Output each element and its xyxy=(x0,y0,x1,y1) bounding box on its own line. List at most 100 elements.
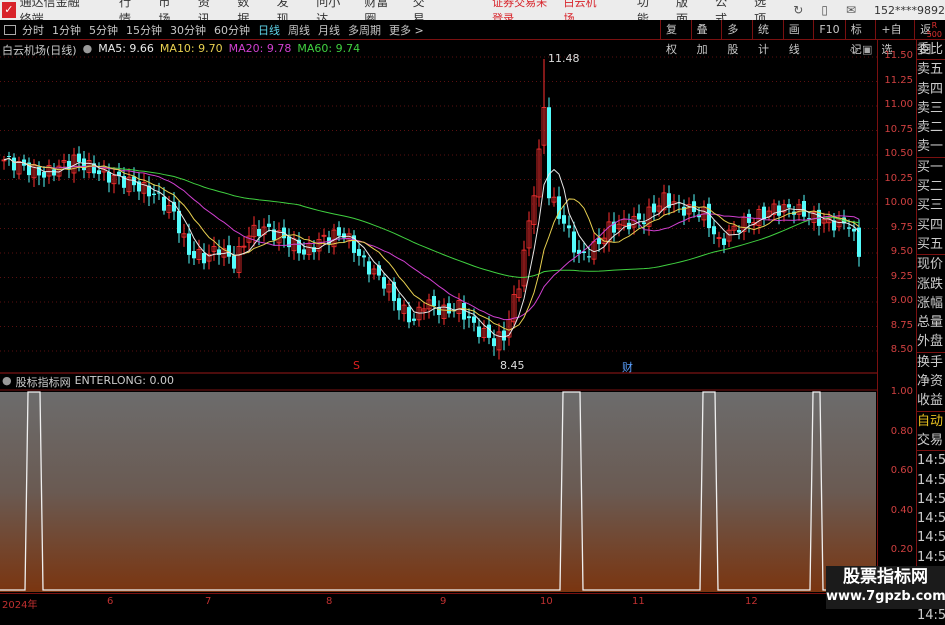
candle-body xyxy=(192,251,196,259)
price-tick: 8.50 xyxy=(890,344,913,355)
candle-body xyxy=(857,227,861,257)
candle-body xyxy=(547,107,551,199)
account-id[interactable]: 152****9892 xyxy=(874,4,945,17)
period-tab-4[interactable]: 30分钟 xyxy=(170,22,206,38)
quote-item[interactable]: 现价 xyxy=(917,255,945,274)
period-tab-5[interactable]: 60分钟 xyxy=(214,22,250,38)
diamond-icon[interactable]: ◇ ▣ xyxy=(850,43,872,56)
price-tick: 9.00 xyxy=(890,295,913,306)
tool-button-7[interactable]: +自选 xyxy=(875,20,914,56)
candle-body xyxy=(42,172,46,178)
price-tick: 11.50 xyxy=(884,50,913,61)
candle-body xyxy=(337,227,341,236)
quote-item[interactable]: 净资 xyxy=(917,372,945,391)
app-logo-icon: ✓ xyxy=(2,2,16,18)
quote-item[interactable]: 卖五 xyxy=(917,60,945,79)
price-tick: 11.25 xyxy=(884,74,913,86)
quote-item[interactable]: 卖三 xyxy=(917,99,945,118)
candle-body xyxy=(382,277,386,289)
quote-item[interactable]: 自动 xyxy=(917,412,945,431)
candle-body xyxy=(477,326,481,337)
quote-item[interactable]: 买二 xyxy=(917,177,945,196)
message-icon[interactable]: ✉ xyxy=(846,3,856,17)
quote-item[interactable]: 涨跌 xyxy=(917,275,945,294)
quote-item[interactable]: 买四 xyxy=(917,216,945,235)
s-marker[interactable]: S xyxy=(353,359,360,372)
tool-button-4[interactable]: 画线 xyxy=(782,20,814,56)
period-tab-3[interactable]: 15分钟 xyxy=(126,22,162,38)
period-tab-10[interactable]: 更多 > xyxy=(389,22,424,38)
high-price-label: 11.48 xyxy=(548,51,580,65)
finance-marker[interactable]: 财 xyxy=(622,359,633,375)
quote-item[interactable]: 收益 xyxy=(917,391,945,410)
quote-item[interactable]: 外盘 xyxy=(917,332,945,351)
period-tab-7[interactable]: 周线 xyxy=(288,22,310,38)
price-tick: 10.50 xyxy=(884,148,913,159)
quote-group-4: 换手 净资 收益 xyxy=(917,353,945,412)
indicator-value: ENTERLONG: 0.00 xyxy=(74,374,174,387)
quote-item[interactable]: 交易 xyxy=(917,431,945,450)
candle-body xyxy=(397,298,401,311)
tool-button-2[interactable]: 多股 xyxy=(721,20,752,56)
ma-label-0: MA5: 9.66 xyxy=(98,42,154,55)
quote-item[interactable]: 买三 xyxy=(917,196,945,215)
candle-body xyxy=(152,193,156,195)
quote-group-2: 买一 买二 买三 买四 买五 xyxy=(917,158,945,256)
phone-icon[interactable]: ▯ xyxy=(821,3,828,17)
indicator-title: 股标指标网 xyxy=(15,376,71,389)
candle-body xyxy=(852,228,856,232)
period-tab-2[interactable]: 5分钟 xyxy=(89,22,118,38)
watermark: 股票指标网 www.7gpzb.com xyxy=(826,566,945,609)
indicator-tick: 0.80 xyxy=(890,425,913,437)
candle-body xyxy=(357,249,361,256)
quote-item[interactable]: 买一 xyxy=(917,158,945,177)
date-label: 11 xyxy=(632,596,645,607)
price-tick: 11.00 xyxy=(884,99,913,110)
level2-badge[interactable]: R 500 xyxy=(927,21,942,39)
trade-time: 14:56 xyxy=(917,530,945,546)
tool-button-1[interactable]: 叠加 xyxy=(690,20,722,56)
indicator-tick: 1.00 xyxy=(890,386,913,397)
quote-item[interactable]: 买五 xyxy=(917,235,945,254)
price-tick: 9.50 xyxy=(890,246,913,257)
candle-body xyxy=(467,316,471,319)
panel-toggle-icon[interactable] xyxy=(4,24,16,35)
candle-body xyxy=(642,222,646,225)
candle-body xyxy=(562,215,566,224)
indicator-tick: 0.60 xyxy=(890,465,913,477)
tool-button-5[interactable]: F10 xyxy=(813,20,844,40)
kline-chart[interactable] xyxy=(0,40,877,593)
quote-item[interactable]: 卖二 xyxy=(917,118,945,137)
candle-body xyxy=(107,171,111,183)
candle-body xyxy=(572,231,576,253)
quote-item[interactable]: 换手 xyxy=(917,353,945,372)
period-tab-6[interactable]: 日线 xyxy=(258,22,280,38)
candle-body xyxy=(492,338,496,347)
period-tab-0[interactable]: 分时 xyxy=(22,22,44,38)
candle-body xyxy=(597,237,601,245)
date-label: 12 xyxy=(745,596,758,607)
quote-group-5: 自动 交易 xyxy=(917,412,945,452)
period-tab-8[interactable]: 月线 xyxy=(318,22,340,38)
candle-body xyxy=(82,158,86,171)
low-price-label: 8.45 xyxy=(500,358,525,372)
period-tab-1[interactable]: 1分钟 xyxy=(52,22,81,38)
quote-item[interactable]: 总量 xyxy=(917,313,945,332)
tool-button-0[interactable]: 复权 xyxy=(660,20,691,56)
quote-item[interactable]: 委比 xyxy=(917,40,945,59)
quote-item[interactable]: 卖四 xyxy=(917,80,945,99)
refresh-icon[interactable]: ↻ xyxy=(793,3,803,17)
candle-body xyxy=(587,256,591,258)
tool-button-6[interactable]: 标记 xyxy=(844,20,876,56)
settings-icon[interactable]: ● xyxy=(83,42,93,58)
indicator-settings-icon[interactable]: ● xyxy=(2,374,12,390)
period-tab-9[interactable]: 多周期 xyxy=(348,22,381,38)
candle-body xyxy=(407,307,411,323)
quote-side-panel: 委比 卖五 卖四 卖三 卖二 卖一 买一 买二 买三 买四 买五 现价 涨跌 涨幅 总量 外盘 换手 净资 收益 自动… xyxy=(917,40,945,623)
tool-button-3[interactable]: 统计 xyxy=(752,20,783,56)
quote-item[interactable]: 卖一 xyxy=(917,137,945,156)
price-tick: 10.25 xyxy=(884,172,913,184)
quote-item[interactable]: 涨幅 xyxy=(917,294,945,313)
candle-body xyxy=(747,213,751,223)
candle-body xyxy=(802,200,806,217)
